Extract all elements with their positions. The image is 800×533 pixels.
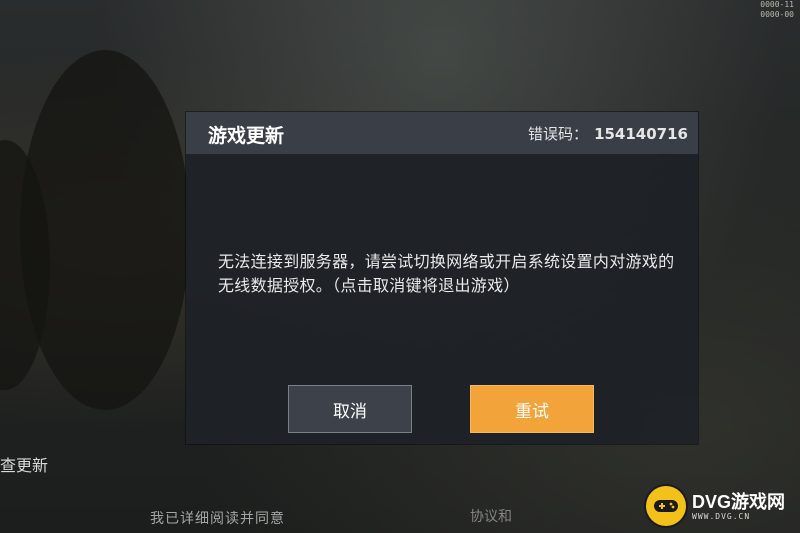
status-info: 0000-11 0000-00: [750, 0, 794, 20]
watermark-text: DVG游戏网 WWW.DVG.CN: [692, 492, 785, 521]
check-update-caption: 查更新: [0, 456, 49, 475]
cancel-button[interactable]: 取消: [288, 385, 412, 433]
watermark-main: DVG游戏网: [692, 491, 786, 512]
watermark-sub: WWW.DVG.CN: [692, 511, 751, 521]
dialog-message: 无法连接到服务器，请尝试切换网络或开启系统设置内对游戏的无线数据授权。（点击取消…: [218, 252, 675, 295]
error-code-value: 154140716: [594, 125, 688, 143]
agreement-text-tail: 协议和: [470, 509, 512, 525]
status-line: 0000-00: [760, 10, 794, 19]
watermark-logo: DVG游戏网 WWW.DVG.CN: [646, 481, 798, 531]
error-code-label: 错误码： 154140716: [528, 123, 688, 144]
retry-button[interactable]: 重试: [470, 385, 594, 433]
agreement-text: 我已详细阅读并同意: [150, 511, 285, 527]
update-dialog: 游戏更新 错误码： 154140716 无法连接到服务器，请尝试切换网络或开启系统…: [186, 112, 698, 444]
error-code-prefix: 错误码：: [528, 125, 589, 143]
gamepad-icon: [646, 486, 686, 526]
dialog-title: 游戏更新: [208, 125, 285, 147]
dialog-header: 游戏更新 错误码： 154140716: [186, 112, 698, 154]
status-line: 0000-11: [760, 0, 794, 9]
